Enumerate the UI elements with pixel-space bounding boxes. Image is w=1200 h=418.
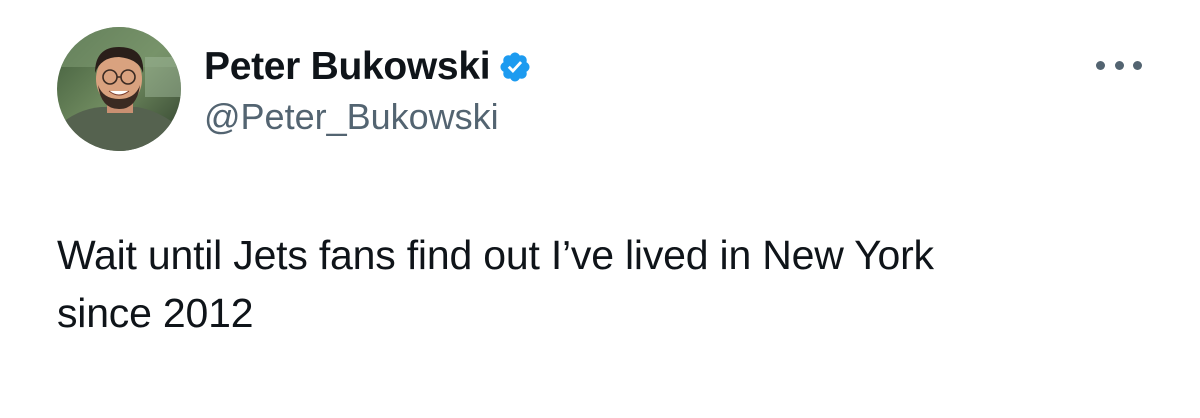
more-dot (1114, 60, 1124, 70)
tweet-text-line: Wait until Jets fans find out I’ve lived… (57, 232, 934, 278)
tweet-text-line: since 2012 (57, 290, 254, 336)
author-display-name[interactable]: Peter Bukowski (204, 44, 491, 90)
tweet-card: Peter Bukowski @Peter_Bukowski Wait unti… (0, 0, 1200, 418)
more-dot (1133, 60, 1142, 70)
author-handle[interactable]: @Peter_Bukowski (204, 95, 499, 139)
author-name-row: Peter Bukowski (204, 44, 532, 90)
more-dot (1096, 60, 1105, 70)
more-options-icon[interactable] (1096, 53, 1142, 77)
avatar[interactable] (57, 27, 181, 151)
tweet-text: Wait until Jets fans find out I’ve lived… (57, 226, 1157, 342)
verified-badge-icon[interactable] (498, 50, 532, 84)
avatar-photo (57, 27, 181, 151)
